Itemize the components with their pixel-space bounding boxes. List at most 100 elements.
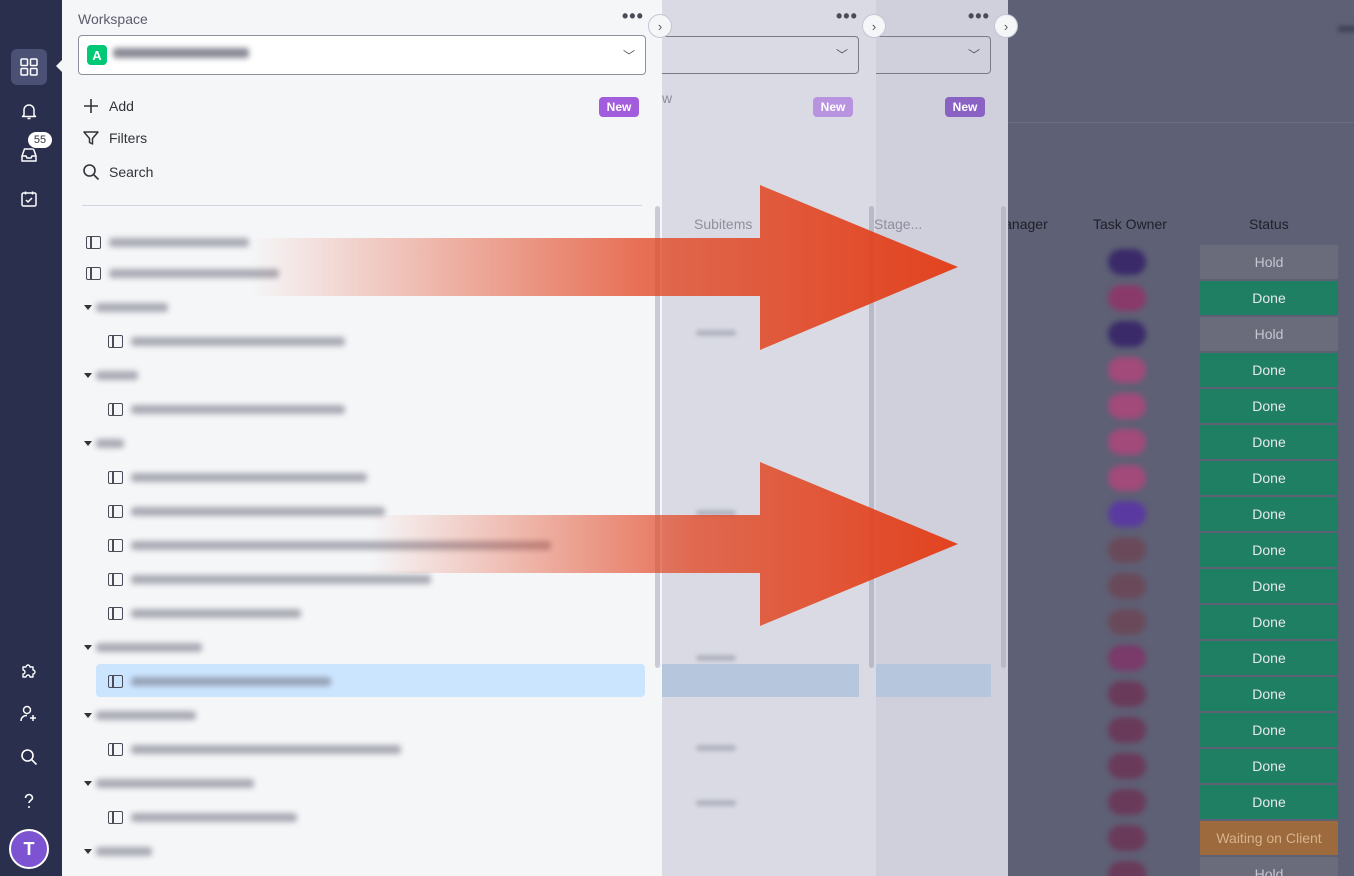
tree-folder[interactable] <box>84 700 196 730</box>
filters-button[interactable]: Filters <box>82 127 147 149</box>
tree-folder[interactable] <box>84 768 254 798</box>
task-owner-avatar[interactable] <box>1108 573 1146 599</box>
my-work-button[interactable] <box>11 181 47 217</box>
caret-down-icon <box>84 372 92 378</box>
tree-board-item[interactable] <box>86 258 279 288</box>
more-dots-icon[interactable]: ••• <box>836 6 858 27</box>
task-owner-avatar[interactable] <box>1108 393 1146 419</box>
add-label: Add <box>109 98 134 114</box>
tree-board-item[interactable] <box>108 462 367 492</box>
collapse-panel-button[interactable]: › <box>994 14 1018 38</box>
scrollbar[interactable] <box>1001 206 1006 668</box>
task-owner-avatar[interactable] <box>1108 789 1146 815</box>
tree-folder[interactable] <box>84 428 124 458</box>
task-owner-avatar[interactable] <box>1108 537 1146 563</box>
help-button[interactable] <box>11 783 47 819</box>
collapse-panel-button[interactable]: › <box>862 14 886 38</box>
status-cell[interactable]: Done <box>1200 605 1338 639</box>
task-owner-avatar[interactable] <box>1108 717 1146 743</box>
status-cell[interactable]: Done <box>1200 389 1338 423</box>
status-cell[interactable]: Done <box>1200 785 1338 819</box>
plus-icon <box>84 99 98 113</box>
caret-down-icon <box>84 848 92 854</box>
task-owner-avatar[interactable] <box>1108 681 1146 707</box>
tree-board-item-selected[interactable] <box>108 666 331 696</box>
user-avatar[interactable]: T <box>9 829 49 869</box>
task-owner-avatar[interactable] <box>1108 321 1146 347</box>
task-owner-avatar[interactable] <box>1108 825 1146 851</box>
active-pointer <box>56 59 63 73</box>
status-cell[interactable]: Done <box>1200 749 1338 783</box>
status-cell[interactable]: Done <box>1200 281 1338 315</box>
tree-board-item[interactable] <box>108 530 551 560</box>
search-icon <box>21 749 38 766</box>
task-owner-avatar[interactable] <box>1108 861 1146 876</box>
tree-board-item[interactable] <box>108 394 345 424</box>
column-header-stage[interactable]: Stage... <box>874 216 922 232</box>
status-cell[interactable]: Hold <box>1200 317 1338 351</box>
column-header-subitems[interactable]: Subitems <box>694 216 752 232</box>
collapse-panel-button[interactable]: › <box>648 14 672 38</box>
task-owner-avatar[interactable] <box>1108 753 1146 779</box>
tree-board-item[interactable] <box>108 734 401 764</box>
tree-board-item[interactable] <box>108 598 301 628</box>
scrollbar[interactable] <box>869 206 874 668</box>
task-owner-avatar[interactable] <box>1108 609 1146 635</box>
task-owner-avatar[interactable] <box>1108 285 1146 311</box>
task-owner-avatar[interactable] <box>1108 645 1146 671</box>
tree-board-item[interactable] <box>108 326 345 356</box>
more-dots-icon[interactable]: ••• <box>968 6 990 27</box>
board-icon <box>108 334 123 348</box>
workspace-select[interactable]: A ﹀ <box>78 35 646 75</box>
bell-icon <box>21 104 37 120</box>
board-icon <box>108 674 123 688</box>
status-cell[interactable]: Done <box>1200 497 1338 531</box>
status-cell[interactable]: Done <box>1200 713 1338 747</box>
search-button[interactable]: Search <box>82 161 153 183</box>
status-cell[interactable]: Done <box>1200 677 1338 711</box>
board-icon <box>108 810 123 824</box>
status-cell[interactable]: Done <box>1200 461 1338 495</box>
caret-down-icon <box>84 712 92 718</box>
task-owner-avatar[interactable] <box>1108 465 1146 491</box>
board-icon <box>86 235 101 249</box>
task-owner-avatar[interactable] <box>1108 357 1146 383</box>
workspace-select-ghost[interactable] <box>660 36 859 74</box>
search-everything-button[interactable] <box>11 739 47 775</box>
workspaces-button[interactable] <box>11 49 47 85</box>
status-cell[interactable]: Done <box>1200 533 1338 567</box>
board-icon <box>108 504 123 518</box>
task-owner-avatar[interactable] <box>1108 501 1146 527</box>
tree-folder[interactable] <box>84 360 138 390</box>
tree-board-item[interactable] <box>86 227 249 257</box>
task-owner-avatar[interactable] <box>1108 429 1146 455</box>
status-cell[interactable]: Done <box>1200 641 1338 675</box>
tree-board-item[interactable] <box>108 496 385 526</box>
tree-folder[interactable] <box>84 632 202 662</box>
search-label: Search <box>109 164 154 180</box>
column-header-task-owner[interactable]: Task Owner <box>1093 216 1167 232</box>
calendar-check-icon <box>21 191 37 207</box>
column-header-status[interactable]: Status <box>1249 216 1289 232</box>
tree-board-item[interactable] <box>108 564 431 594</box>
status-cell[interactable]: Done <box>1200 425 1338 459</box>
tree-folder[interactable] <box>84 836 152 866</box>
status-cell[interactable]: Done <box>1200 353 1338 387</box>
tree-folder[interactable] <box>84 292 168 322</box>
add-button[interactable]: Add <box>82 95 134 117</box>
board-icon <box>108 606 123 620</box>
status-cell[interactable]: Hold <box>1200 857 1338 876</box>
status-cell[interactable]: Waiting on Client <box>1200 821 1338 855</box>
tree-board-item[interactable] <box>108 802 297 832</box>
divider <box>82 205 642 206</box>
more-dots-icon[interactable]: ••• <box>622 6 644 27</box>
board-icon <box>108 742 123 756</box>
task-owner-avatar[interactable] <box>1108 249 1146 275</box>
grid-icon <box>20 58 38 76</box>
status-cell[interactable]: Done <box>1200 569 1338 603</box>
invite-members-button[interactable] <box>11 696 47 732</box>
status-cell[interactable]: Hold <box>1200 245 1338 279</box>
apps-button[interactable] <box>11 652 47 688</box>
scrollbar[interactable] <box>655 206 660 668</box>
notifications-button[interactable] <box>11 93 47 129</box>
